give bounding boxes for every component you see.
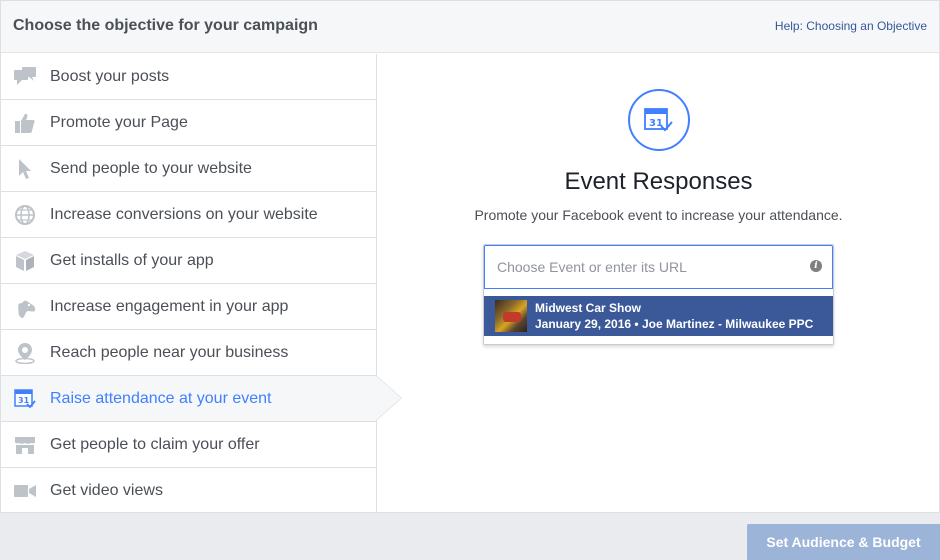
- objective-conversions[interactable]: Increase conversions on your website: [1, 192, 376, 238]
- objective-dialog: Choose the objective for your campaign H…: [0, 0, 940, 513]
- event-details: January 29, 2016 • Joe Martinez - Milwau…: [535, 317, 814, 331]
- set-audience-budget-button[interactable]: Set Audience & Budget: [747, 524, 940, 560]
- objective-local-awareness[interactable]: Reach people near your business: [1, 330, 376, 376]
- objective-promote-page[interactable]: Promote your Page: [1, 100, 376, 146]
- event-name: Midwest Car Show: [535, 301, 642, 315]
- event-picker: Choose Event or enter its URL i Midwest …: [483, 244, 834, 345]
- calendar-day-number: 31: [649, 118, 663, 129]
- objective-title: Event Responses: [564, 168, 753, 195]
- objective-event-responses[interactable]: 31 Raise attendance at your event: [1, 376, 376, 422]
- page-title: Choose the objective for your campaign: [13, 17, 318, 34]
- calendar-icon: 31: [14, 388, 36, 410]
- thumbs-up-icon: [14, 112, 36, 134]
- objective-offer-claims[interactable]: Get people to claim your offer: [1, 422, 376, 468]
- gamepad-icon: [14, 296, 36, 318]
- objective-label: Raise attendance at your event: [50, 389, 272, 407]
- video-camera-icon: [14, 480, 36, 502]
- info-icon[interactable]: i: [810, 260, 822, 272]
- speech-bubbles-icon: [14, 66, 36, 88]
- globe-icon: [14, 204, 36, 226]
- objective-label: Increase engagement in your app: [50, 297, 289, 315]
- objective-description: Promote your Facebook event to increase …: [474, 207, 843, 223]
- objective-label: Reach people near your business: [50, 343, 289, 361]
- objective-label: Get installs of your app: [50, 251, 214, 269]
- objective-label: Boost your posts: [50, 67, 170, 85]
- event-search-input[interactable]: Choose Event or enter its URL i: [484, 245, 833, 289]
- objective-label: Promote your Page: [50, 113, 188, 131]
- objective-website-clicks[interactable]: Send people to your website: [1, 146, 376, 192]
- event-input-placeholder: Choose Event or enter its URL: [497, 259, 687, 275]
- objective-detail-panel: 31 Event Responses Promote your Facebook…: [378, 54, 939, 513]
- objective-label: Get video views: [50, 482, 163, 499]
- box-icon: [14, 250, 36, 272]
- event-calendar-icon: 31: [628, 89, 690, 151]
- event-suggestion-row[interactable]: Midwest Car Show January 29, 2016 • Joe …: [484, 296, 833, 336]
- objective-app-installs[interactable]: Get installs of your app: [1, 238, 376, 284]
- objective-label: Send people to your website: [50, 159, 252, 177]
- storefront-icon: [14, 434, 36, 456]
- cursor-icon: [14, 158, 36, 180]
- objective-list: Boost your posts Promote your Page Send …: [1, 54, 377, 513]
- objective-boost-posts[interactable]: Boost your posts: [1, 54, 376, 100]
- objective-label: Increase conversions on your website: [50, 205, 318, 223]
- objective-video-views[interactable]: Get video views: [1, 468, 376, 514]
- objective-app-engagement[interactable]: Increase engagement in your app: [1, 284, 376, 330]
- event-thumbnail: [495, 300, 527, 332]
- objective-label: Get people to claim your offer: [50, 435, 260, 453]
- location-pin-icon: [14, 342, 36, 364]
- dialog-header: Choose the objective for your campaign H…: [1, 1, 939, 53]
- help-link[interactable]: Help: Choosing an Objective: [775, 19, 927, 33]
